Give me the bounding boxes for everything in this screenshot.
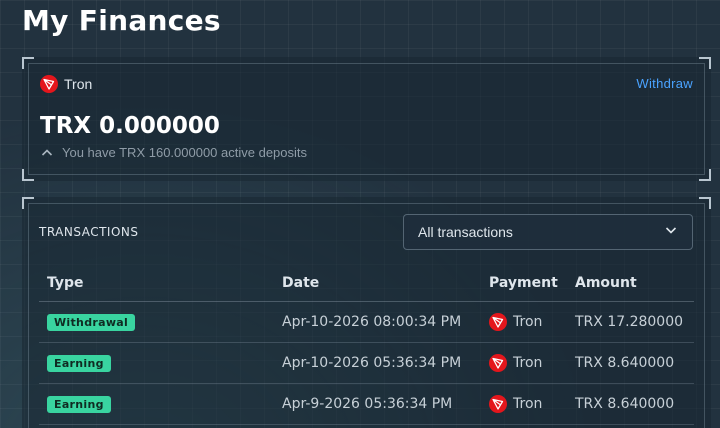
currency-name: Tron <box>64 76 93 92</box>
table-row: Earning Apr-10-2026 05:36:34 PM Tron TRX… <box>39 343 694 384</box>
chevron-down-icon <box>664 223 678 242</box>
transaction-date: Apr-10-2026 08:00:34 PM <box>282 314 462 330</box>
column-header-payment: Payment <box>489 275 558 291</box>
tron-logo-icon <box>489 395 507 413</box>
table-row: Withdrawal Apr-10-2026 08:00:34 PM Tron … <box>39 302 694 343</box>
active-deposits-text: You have TRX 160.000000 active deposits <box>62 145 308 160</box>
balance-amount: TRX 0.000000 <box>40 113 220 139</box>
panel-corner <box>22 57 34 69</box>
panel-corner <box>699 57 711 69</box>
table-row: Earning Apr-9-2026 05:36:34 PM Tron TRX … <box>39 384 694 425</box>
transaction-payment: Tron <box>489 395 575 413</box>
page-title: My Finances <box>22 4 221 37</box>
transactions-panel: TRANSACTIONS All transactions Type Date … <box>22 197 711 428</box>
panel-corner <box>699 169 711 181</box>
transaction-payment: Tron <box>489 313 575 331</box>
payment-name: Tron <box>513 355 543 371</box>
payment-name: Tron <box>513 396 543 412</box>
payment-name: Tron <box>513 314 543 330</box>
active-deposits-row: You have TRX 160.000000 active deposits <box>40 145 307 160</box>
transaction-amount: TRX 8.640000 <box>575 355 675 371</box>
tron-logo-icon <box>489 313 507 331</box>
column-header-type: Type <box>47 275 84 291</box>
transaction-amount: TRX 8.640000 <box>575 396 675 412</box>
chevron-up-icon[interactable] <box>40 146 54 160</box>
column-header-amount: Amount <box>575 275 637 291</box>
transaction-filter-select[interactable]: All transactions <box>403 214 693 250</box>
transaction-payment: Tron <box>489 354 575 372</box>
panel-corner <box>699 197 711 209</box>
currency-row: Tron <box>40 75 92 93</box>
transaction-type-badge: Earning <box>47 396 111 413</box>
transaction-filter-value: All transactions <box>418 224 513 240</box>
balance-panel: Tron Withdraw TRX 0.000000 You have TRX … <box>22 57 711 181</box>
transactions-table: Type Date Payment Amount Withdrawal Apr-… <box>39 265 694 425</box>
transaction-date: Apr-9-2026 05:36:34 PM <box>282 396 453 412</box>
tron-logo-icon <box>40 75 58 93</box>
table-header-row: Type Date Payment Amount <box>39 265 694 302</box>
transactions-heading: TRANSACTIONS <box>39 225 139 239</box>
transaction-type-badge: Earning <box>47 355 111 372</box>
transaction-amount: TRX 17.280000 <box>575 314 684 330</box>
withdraw-link[interactable]: Withdraw <box>636 76 693 91</box>
column-header-date: Date <box>282 275 320 291</box>
transaction-type-badge: Withdrawal <box>47 314 136 331</box>
panel-corner <box>22 197 34 209</box>
transaction-date: Apr-10-2026 05:36:34 PM <box>282 355 462 371</box>
panel-corner <box>22 169 34 181</box>
tron-logo-icon <box>489 354 507 372</box>
